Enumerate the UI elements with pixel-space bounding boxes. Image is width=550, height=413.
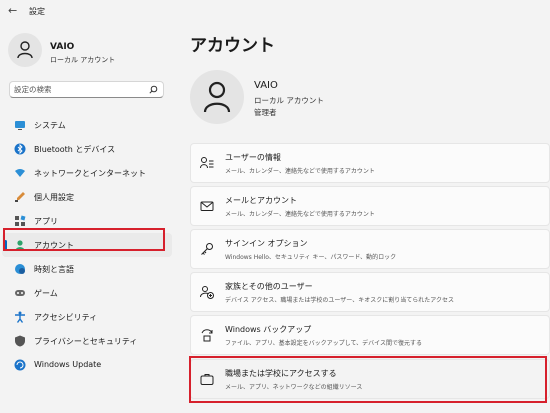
card-title: 家族とその他のユーザー (225, 282, 313, 291)
sidebar-item-personalization[interactable]: 個人用設定 (2, 185, 172, 209)
sidebar-item-bluetooth[interactable]: Bluetooth とデバイス (2, 137, 172, 161)
card-subtitle: Windows Hello、セキュリティ キー、パスワード、動的ロック (225, 254, 397, 261)
gaming-icon (15, 290, 25, 296)
sidebar-item-label: アプリ (34, 217, 58, 226)
sidebar-item-label: 個人用設定 (34, 193, 74, 202)
system-icon (15, 121, 25, 130)
sidebar-item-label: 時刻と言語 (34, 265, 74, 274)
sidebar-item-gaming[interactable]: ゲーム (2, 281, 172, 305)
sidebar-item-accessibility[interactable]: アクセシビリティ (2, 305, 172, 329)
sidebar-item-network[interactable]: ネットワークとインターネット (2, 161, 172, 185)
card-your-info[interactable]: ユーザーの情報 メール、カレンダー、連絡先などで使用するアカウント (190, 143, 550, 183)
profile-name: VAIO (50, 42, 75, 52)
sidebar-item-time-language[interactable]: 時刻と言語 (2, 257, 172, 281)
card-title: ユーザーの情報 (225, 153, 281, 162)
personalization-icon (15, 192, 25, 202)
mail-icon (200, 201, 214, 211)
sidebar-item-label: システム (34, 121, 66, 130)
app-title: 設定 (29, 7, 45, 16)
time-language-icon (15, 264, 25, 274)
sidebar-item-label: Bluetooth とデバイス (34, 145, 116, 154)
user-info-icon (200, 157, 214, 169)
card-subtitle: メール、カレンダー、連絡先などで使用するアカウント (225, 168, 375, 175)
card-subtitle: デバイス アクセス、職場または学校のユーザー、キオスクに割り当てられたアクセス (225, 297, 454, 304)
backup-icon (201, 329, 213, 342)
sidebar-item-windows-update[interactable]: Windows Update (2, 353, 172, 377)
sidebar-item-label: ネットワークとインターネット (34, 169, 146, 178)
sidebar-item-label: ゲーム (34, 289, 58, 298)
privacy-security-icon (15, 335, 25, 347)
profile-account-type: ローカル アカウント (50, 56, 116, 64)
card-title: Windows バックアップ (225, 325, 312, 334)
user-name: VAIO (254, 80, 278, 91)
card-title: サインイン オプション (225, 239, 308, 248)
windows-update-icon (14, 359, 26, 371)
avatar (190, 70, 244, 124)
sidebar-profile[interactable]: VAIO ローカル アカウント (8, 33, 178, 69)
user-role: 管理者 (254, 108, 277, 117)
highlight-box-accounts (3, 228, 165, 251)
card-sign-in-options[interactable]: サインイン オプション Windows Hello、セキュリティ キー、パスワー… (190, 229, 550, 269)
page-title: アカウント (190, 36, 275, 56)
user-avatar-icon (203, 81, 231, 113)
sidebar-item-label: Windows Update (34, 360, 102, 369)
main-content: アカウント VAIO ローカル アカウント 管理者 ユーザーの情報 メール、カレ… (178, 26, 550, 413)
search-input[interactable] (14, 84, 142, 95)
key-icon (201, 243, 213, 255)
sidebar-item-label: アクセシビリティ (34, 313, 98, 322)
user-account-type: ローカル アカウント (254, 96, 324, 105)
avatar (8, 33, 42, 67)
card-title: メールとアカウント (225, 196, 297, 205)
back-arrow-icon[interactable]: ← (8, 4, 17, 17)
sidebar-item-system[interactable]: システム (2, 113, 172, 137)
search-box[interactable] (9, 81, 164, 98)
card-email-accounts[interactable]: メールとアカウント メール、カレンダー、連絡先などで使用するアカウント (190, 186, 550, 226)
card-family-other-users[interactable]: 家族とその他のユーザー デバイス アクセス、職場または学校のユーザー、キオスクに… (190, 272, 550, 312)
sidebar-item-privacy-security[interactable]: プライバシーとセキュリティ (2, 329, 172, 353)
bluetooth-icon (14, 143, 26, 155)
apps-icon (15, 215, 26, 226)
sidebar-item-label: プライバシーとセキュリティ (34, 337, 138, 346)
family-icon (200, 286, 214, 299)
search-icon[interactable] (149, 85, 158, 94)
sidebar: VAIO ローカル アカウント システム Bluetooth とデバイス (0, 26, 178, 413)
accessibility-icon (15, 311, 25, 323)
card-subtitle: メール、カレンダー、連絡先などで使用するアカウント (225, 211, 375, 218)
title-bar: ← 設定 (0, 0, 550, 26)
card-windows-backup[interactable]: Windows バックアップ ファイル、アプリ、基本設定をバックアップして、デバ… (190, 315, 550, 355)
network-icon (15, 169, 25, 177)
highlight-box-work-school (189, 356, 547, 403)
card-subtitle: ファイル、アプリ、基本設定をバックアップして、デバイス間で復元する (225, 340, 422, 347)
user-avatar-icon (17, 41, 33, 59)
